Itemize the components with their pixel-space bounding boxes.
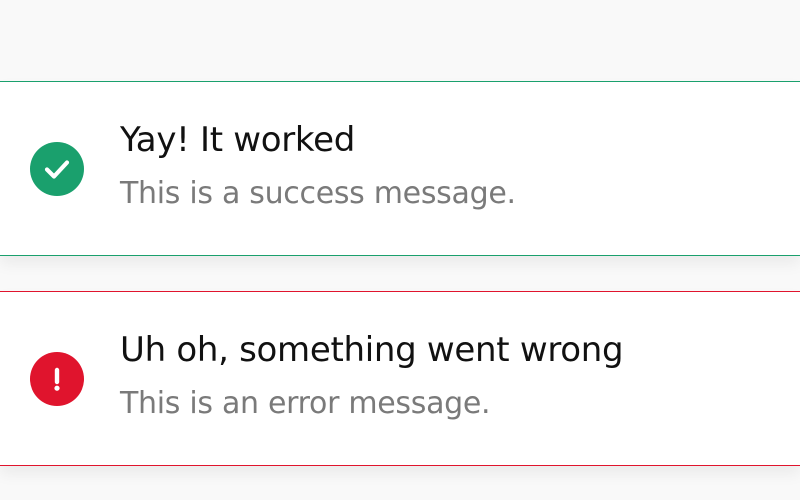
error-notification: Uh oh, something went wrong This is an e… <box>0 291 800 466</box>
success-message: This is a success message. <box>120 176 516 211</box>
exclamation-circle-icon <box>30 352 84 406</box>
error-message: This is an error message. <box>120 386 491 421</box>
check-circle-icon <box>30 142 84 196</box>
success-notification: Yay! It worked This is a success message… <box>0 81 800 256</box>
success-title: Yay! It worked <box>120 120 356 160</box>
error-title: Uh oh, something went wrong <box>120 330 624 370</box>
